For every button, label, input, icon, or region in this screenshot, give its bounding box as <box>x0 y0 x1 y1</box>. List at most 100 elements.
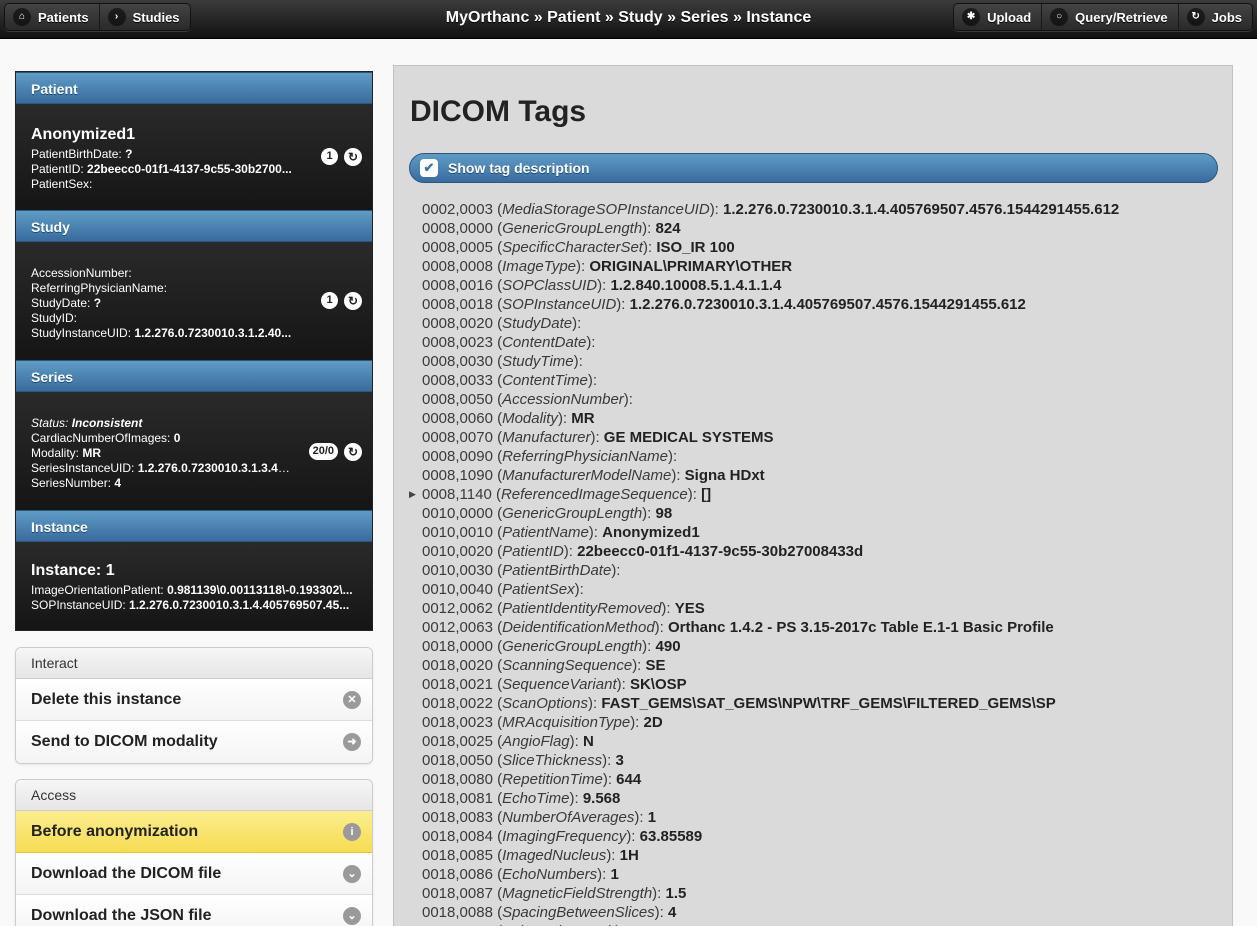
tag-value: Signa HDxt <box>684 467 765 484</box>
tag-value: SE <box>645 657 666 674</box>
tag-name: ScanningSequence <box>502 657 633 674</box>
dicom-tag-row: 0012,0063 (DeidentificationMethod): Orth… <box>422 619 1054 636</box>
tag-code: 0018,0084 ( <box>422 828 503 845</box>
dicom-tag-row: 0018,0083 (NumberOfAverages): 1 <box>422 809 657 826</box>
delete-instance-label: Delete this instance <box>31 691 182 708</box>
study-refresh-icon[interactable]: ↻ <box>344 292 362 310</box>
tag-code: 0018,0087 ( <box>422 885 503 902</box>
checkbox-checked-icon[interactable]: ✔ <box>420 159 438 177</box>
show-tag-description-toggle[interactable]: ✔ Show tag description <box>409 153 1218 183</box>
tag-value: [] <box>701 486 712 503</box>
tag-value: ORIGINAL\PRIMARY\OTHER <box>589 258 793 275</box>
dicom-tag-row: 0008,0023 (ContentDate): <box>422 334 596 351</box>
send-to-modality-button[interactable]: Send to DICOM modality ➜ <box>16 721 372 763</box>
series-number: SeriesNumber: 4 <box>31 476 122 490</box>
tag-name: MediaStorageSOPInstanceUID <box>502 201 710 218</box>
tag-name: ReferencedImageSequence <box>500 486 688 503</box>
tag-value: 2D <box>643 714 663 731</box>
jobs-button[interactable]: ↻ Jobs <box>1179 4 1252 30</box>
studies-button[interactable]: › Studies <box>100 4 190 30</box>
download-json-button[interactable]: Download the JSON file ⌄ <box>16 895 372 926</box>
interact-header: Interact <box>16 648 372 679</box>
tag-name: NumberOfAverages <box>502 809 635 826</box>
tag-name: SOPClassUID <box>502 277 598 294</box>
series-summary[interactable]: Status: Inconsistent CardiacNumberOfImag… <box>16 392 372 510</box>
tag-value: YES <box>674 600 705 617</box>
tag-code: 0002,0003 ( <box>422 201 503 218</box>
tag-name: ManufacturerModelName <box>502 467 672 484</box>
tag-code: 0010,0000 ( <box>422 505 503 522</box>
dicom-tag-row: 0008,0008 (ImageType): ORIGINAL\PRIMARY\… <box>422 258 793 275</box>
gear-icon: ✱ <box>962 8 981 26</box>
upload-button[interactable]: ✱ Upload <box>954 4 1043 30</box>
patient-refresh-icon[interactable]: ↻ <box>344 148 362 166</box>
dicom-tag-row: 0008,0018 (SOPInstanceUID): 1.2.276.0.72… <box>422 296 1026 313</box>
dicom-tag-list: 0002,0003 (MediaStorageSOPInstanceUID): … <box>409 200 1120 926</box>
study-header: Study <box>16 210 372 242</box>
dicom-tag-row[interactable]: ▶ 0008,1140 (ReferencedImageSequence): [] <box>409 485 1119 504</box>
before-anonymization-button[interactable]: Before anonymization i <box>16 811 372 853</box>
series-cardiac-images: CardiacNumberOfImages: 0 <box>31 431 181 445</box>
dicom-tag-row: 0018,0021 (SequenceVariant): SK\OSP <box>422 676 687 693</box>
patient-summary[interactable]: Anonymized1 PatientBirthDate: ? PatientI… <box>16 104 372 210</box>
send-to-modality-label: Send to DICOM modality <box>31 733 218 750</box>
study-referring-physician: ReferringPhysicianName: <box>31 281 168 295</box>
patients-button[interactable]: ⌂ Patients <box>5 4 100 30</box>
dicom-tag-row: 0008,0000 (GenericGroupLength): 824 <box>422 220 681 237</box>
dicom-tag-row: 0008,0060 (Modality): MR <box>422 410 595 427</box>
tag-code: 0018,0088 ( <box>422 904 503 921</box>
tag-code: 0008,0060 ( <box>422 410 503 427</box>
before-anonymization-label: Before anonymization <box>31 823 199 840</box>
tag-value: 22beecc0-01f1-4137-9c55-30b27008433d <box>577 543 864 560</box>
series-refresh-icon[interactable]: ↻ <box>344 443 362 461</box>
dicom-tag-row: 0008,0050 (AccessionNumber): <box>422 391 633 408</box>
instance-orientation: ImageOrientationPatient: 0.981139\0.0011… <box>31 583 353 597</box>
tag-code: 0008,0018 ( <box>422 296 503 313</box>
tag-code: 0018,0083 ( <box>422 809 503 826</box>
dicom-tag-row: 0008,0033 (ContentTime): <box>422 372 597 389</box>
tag-value: 63.85589 <box>639 828 703 845</box>
tag-value: ISO_IR 100 <box>656 239 735 256</box>
dicom-tags-panel: DICOM Tags ✔ Show tag description 0002,0… <box>393 65 1233 926</box>
expand-triangle-icon[interactable]: ▶ <box>409 485 416 504</box>
tag-code: 0008,0070 ( <box>422 429 503 446</box>
tag-name: GenericGroupLength <box>502 505 643 522</box>
dicom-tag-row: 0008,0005 (SpecificCharacterSet): ISO_IR… <box>422 239 735 256</box>
study-summary[interactable]: AccessionNumber: ReferringPhysicianName:… <box>16 242 372 360</box>
dicom-tag-row: 0010,0010 (PatientName): Anonymized1 <box>422 524 700 541</box>
tag-value: SK\OSP <box>629 676 687 693</box>
tag-code: 0008,0005 ( <box>422 239 503 256</box>
tag-value: 1 <box>610 866 619 883</box>
tag-name: MagneticFieldStrength <box>502 885 653 902</box>
tag-code: 0018,0085 ( <box>422 847 503 864</box>
tag-value: 1.2.840.10008.5.1.4.1.1.4 <box>610 277 782 294</box>
nav-left-group: ⌂ Patients › Studies <box>4 3 191 31</box>
instance-sop-uid: SOPInstanceUID: 1.2.276.0.7230010.3.1.4.… <box>31 598 350 612</box>
dicom-tag-row: 0012,0062 (PatientIdentityRemoved): YES <box>422 600 705 617</box>
tag-value: 3 <box>615 752 624 769</box>
show-tag-description-label: Show tag description <box>448 160 590 176</box>
delete-instance-button[interactable]: Delete this instance ✕ <box>16 679 372 721</box>
tag-value: 490 <box>655 638 681 655</box>
tag-value: Orthanc 1.4.2 - PS 3.15-2017c Table E.1-… <box>668 619 1054 636</box>
tag-value: 9.568 <box>582 790 621 807</box>
download-dicom-button[interactable]: Download the DICOM file ⌄ <box>16 853 372 895</box>
tag-code: 0008,1090 ( <box>422 467 503 484</box>
upload-button-label: Upload <box>987 9 1032 25</box>
tag-value: FAST_GEMS\SAT_GEMS\NPW\TRF_GEMS\FILTERED… <box>601 695 1056 712</box>
resource-summary-panel: Patient Anonymized1 PatientBirthDate: ? … <box>15 71 373 631</box>
patients-button-label: Patients <box>38 9 89 25</box>
dicom-tag-row: 0018,0050 (SliceThickness): 3 <box>422 752 624 769</box>
instance-header: Instance <box>16 510 372 542</box>
tag-code: 0008,0000 ( <box>422 220 503 237</box>
dicom-tag-row: 0008,0020 (StudyDate): <box>422 315 582 332</box>
tag-code: 0018,0086 ( <box>422 866 503 883</box>
query-retrieve-button[interactable]: ○ Query/Retrieve <box>1042 4 1179 30</box>
tag-code: 0018,0021 ( <box>422 676 503 693</box>
patient-birthdate: PatientBirthDate: ? <box>31 147 133 161</box>
patient-count-badge: 1 <box>321 148 338 165</box>
tag-value: 4 <box>668 904 677 921</box>
page-title: DICOM Tags <box>410 95 587 128</box>
dicom-tag-row: 0010,0030 (PatientBirthDate): <box>422 562 621 579</box>
tag-value: 1.2.276.0.7230010.3.1.4.405769507.4576.1… <box>723 201 1120 218</box>
